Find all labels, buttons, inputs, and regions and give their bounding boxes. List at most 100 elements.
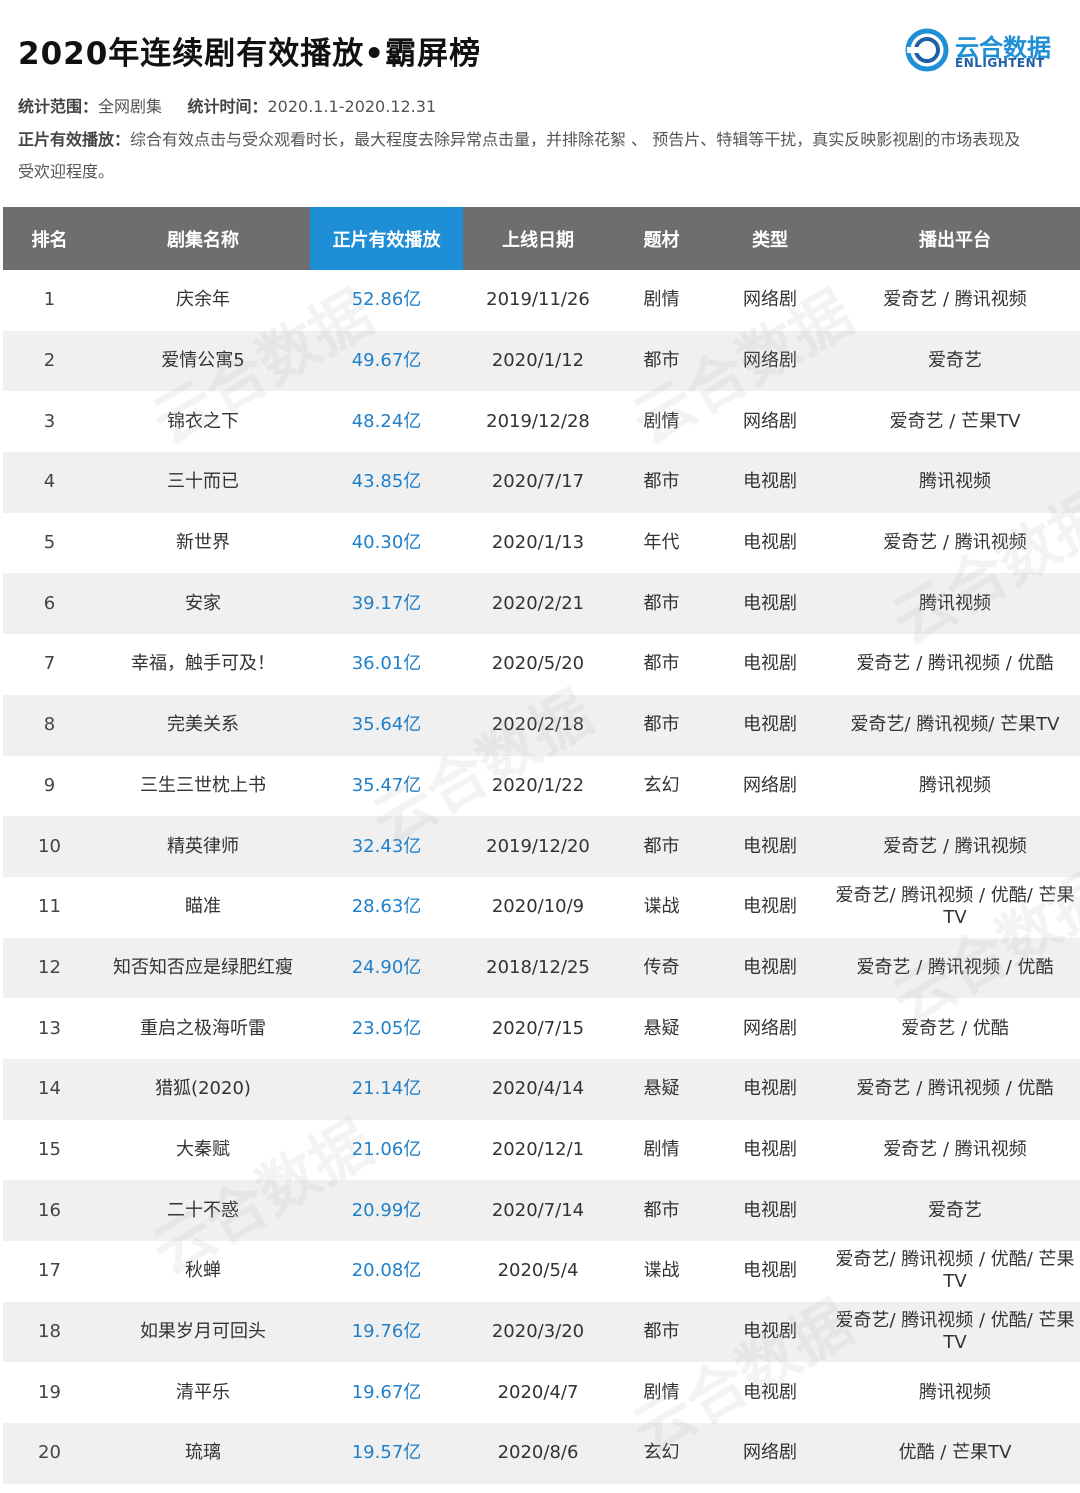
cell-type: 电视剧 [743,1260,797,1282]
cell-title: 秋蝉 [185,1260,221,1282]
ranking-table-wrapper: 排名 剧集名称 正片有效播放 上线日期 题材 类型 播出平台 1 庆余年 52.86… [3,207,1080,1484]
cell-date: 2020/1/22 [491,774,585,796]
cell-platform: 爱奇艺/ 腾讯视频 / 优酷/ 芒果TV [835,1249,1075,1293]
table-row: 6 安家 39.17亿 2020/2/21 都市 电视剧 腾讯视频 [3,573,1080,635]
cell-date: 2019/12/20 [463,816,613,877]
cell-plays: 36.01亿 [351,653,422,675]
cell-platform: 爱奇艺 / 优酷 [901,1017,1009,1039]
cell-plays: 40.30亿 [351,532,422,554]
cell-type: 电视剧 [710,1180,830,1241]
table-row: 11 瞄准 28.63亿 2020/10/9 谍战 电视剧 爱奇艺/ 腾讯视频 / 优酷/ … [3,877,1080,938]
cell-date: 2019/12/28 [486,410,590,432]
cell-plays: 24.90亿 [310,937,463,999]
cell-rank: 15 [38,1138,61,1160]
cell-genre: 年代 [643,532,680,554]
cell-title: 如果岁月可回头 [96,1301,310,1363]
cell-type: 电视剧 [743,1381,797,1403]
cell-title: 猎狐(2020) [96,1058,310,1120]
cell-genre: 谍战 [643,1260,680,1282]
definition-label: 正片有效播放： [18,130,131,149]
cell-genre: 都市 [613,816,710,877]
cell-platform: 爱奇艺 / 芒果TV [889,410,1021,432]
cell-platform: 爱奇艺 [830,330,1080,392]
header-date: 上线日期 [463,207,613,270]
cell-genre: 悬疑 [643,1017,680,1039]
cell-title: 安家 [96,573,310,635]
cell-date: 2020/4/14 [463,1058,613,1120]
cell-platform: 爱奇艺/ 腾讯视频 / 优酷/ 芒果TV [835,885,1075,929]
meta-line-scope: 统计范围：全网剧集 统计时间：2020.1.1-2020.12.31 [18,91,436,123]
cell-genre: 都市 [613,1180,710,1241]
cell-platform: 爱奇艺 / 腾讯视频 / 优酷 [830,1058,1080,1120]
cell-date: 2020/2/21 [463,573,613,635]
cell-genre: 都市 [613,573,710,635]
cell-date: 2020/7/15 [491,1017,585,1039]
cell-title: 锦衣之下 [167,410,239,432]
cell-title: 三生三世枕上书 [140,774,266,796]
ranking-table: 排名 剧集名称 正片有效播放 上线日期 题材 类型 播出平台 1 庆余年 52.86… [3,207,1080,1484]
definition-value: 综合有效点击与受众观看时长，最大程度去除异常点击量，并排除花絮 、 预告片、特辑… [18,130,1021,181]
cell-plays: 35.47亿 [351,774,422,796]
table-row: 15 大秦赋 21.06亿 2020/12/1 剧情 电视剧 爱奇艺 / 腾讯视频 [3,1120,1080,1181]
table-row: 16 二十不惑 20.99亿 2020/7/14 都市 电视剧 爱奇艺 [3,1180,1080,1241]
table-row: 3 锦衣之下 48.24亿 2019/12/28 剧情 网络剧 爱奇艺 / 芒果TV [3,391,1080,452]
cell-genre: 悬疑 [613,1058,710,1120]
cell-date: 2020/4/7 [497,1381,579,1403]
table-row: 1 庆余年 52.86亿 2019/11/26 剧情 网络剧 爱奇艺 / 腾讯视频 [3,270,1080,331]
cell-genre: 谍战 [643,896,680,918]
cell-type: 网络剧 [743,410,797,432]
cell-rank: 18 [3,1301,96,1363]
header-rank: 排名 [3,207,96,270]
cell-title: 庆余年 [176,289,230,311]
cell-plays: 20.99亿 [310,1180,463,1241]
cell-rank: 4 [3,452,96,513]
cell-title: 清平乐 [176,1381,230,1403]
cell-platform: 爱奇艺 [830,1180,1080,1241]
cell-rank: 3 [43,410,56,432]
table-row: 13 重启之极海听雷 23.05亿 2020/7/15 悬疑 网络剧 爱奇艺 / 优酷 [3,998,1080,1059]
cell-plays: 35.64亿 [310,694,463,756]
cell-title: 爱情公寓5 [96,330,310,392]
cell-type: 网络剧 [743,1017,797,1039]
cell-title: 知否知否应是绿肥红瘦 [96,937,310,999]
cell-type: 电视剧 [710,1058,830,1120]
cell-title: 幸福，触手可及！ [131,653,275,675]
cell-date: 2020/7/17 [463,452,613,513]
cell-genre: 都市 [613,694,710,756]
cell-title: 完美关系 [96,694,310,756]
cell-genre: 玄幻 [613,1423,710,1484]
cell-rank: 5 [43,532,56,554]
cell-type: 电视剧 [743,1138,797,1160]
cell-type: 网络剧 [743,289,797,311]
cell-title: 瞄准 [185,896,221,918]
logo-icon [905,28,949,72]
header-type: 类型 [710,207,830,270]
cell-title: 二十不惑 [96,1180,310,1241]
cell-date: 2020/10/9 [491,896,585,918]
cell-genre: 传奇 [613,937,710,999]
cell-title: 三十而已 [96,452,310,513]
cell-date: 2020/5/4 [497,1260,579,1282]
table-row: 7 幸福，触手可及！ 36.01亿 2020/5/20 都市 电视剧 爱奇艺 / 腾讯视频 … [3,634,1080,695]
cell-title: 精英律师 [96,816,310,877]
table-row: 8 完美关系 35.64亿 2020/2/18 都市 电视剧 爱奇艺/ 腾讯视频/ 芒果TV [3,694,1080,756]
cell-rank: 10 [3,816,96,877]
cell-plays: 48.24亿 [351,410,422,432]
cell-platform: 爱奇艺 / 腾讯视频 [830,816,1080,877]
page-title: 2020年连续剧有效播放•霸屏榜 [18,36,482,72]
cell-plays: 52.86亿 [351,289,422,311]
header-plays: 正片有效播放 [310,207,463,270]
cell-date: 2020/2/18 [463,694,613,756]
cell-genre: 都市 [613,452,710,513]
header-title: 剧集名称 [96,207,310,270]
cell-rank: 8 [3,694,96,756]
cell-genre: 都市 [613,330,710,392]
table-header-row: 排名 剧集名称 正片有效播放 上线日期 题材 类型 播出平台 [3,207,1080,270]
cell-rank: 9 [43,774,56,796]
time-value: 2020.1.1-2020.12.31 [267,97,437,116]
cell-plays: 43.85亿 [310,452,463,513]
cell-date: 2020/1/13 [491,532,585,554]
header-platform: 播出平台 [830,207,1080,270]
scope-label: 统计范围： [18,97,99,116]
cell-platform: 爱奇艺 / 腾讯视频 [883,1138,1027,1160]
